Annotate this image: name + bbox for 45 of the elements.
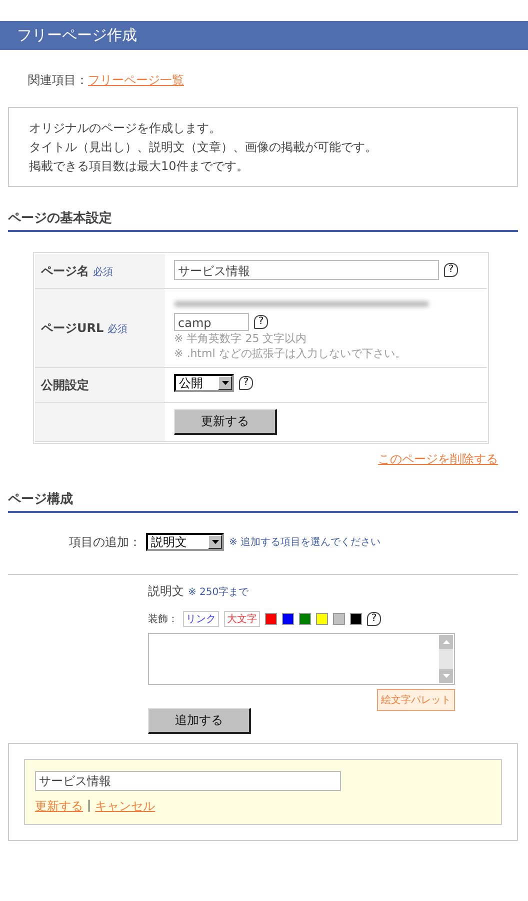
dropdown[interactable]: 公開 <box>174 374 234 392</box>
color-swatch[interactable] <box>350 613 362 625</box>
help-icon[interactable]: ? <box>239 376 253 390</box>
hint-text: ※ .html などの拡張子は入力しないで下さい。 <box>174 346 407 361</box>
add-button[interactable]: 追加する <box>148 708 251 734</box>
caret-down-icon <box>212 540 218 544</box>
related-label: 関連項目： <box>28 72 88 88</box>
help-icon[interactable]: ? <box>367 612 381 626</box>
update-button[interactable]: 更新する <box>174 409 277 435</box>
dropdown[interactable]: 説明文 <box>146 533 224 551</box>
color-swatch[interactable] <box>299 613 311 625</box>
hint-text: ※ 半角英数字 25 文字以内 <box>174 331 308 346</box>
help-icon[interactable]: ? <box>444 263 458 277</box>
large-text-button[interactable]: 大文字 <box>224 611 260 627</box>
field-label: 説明文 <box>148 583 184 600</box>
caret-down-icon[interactable] <box>442 674 450 678</box>
caret-down-icon <box>222 381 228 385</box>
page-title: フリーページ作成 <box>0 21 528 50</box>
required-mark: 必須 <box>93 266 113 278</box>
info-text: 掲載できる項目数は最大10件までです。 <box>29 158 250 175</box>
link-button[interactable]: リンク <box>183 611 219 627</box>
caret-up-icon[interactable] <box>442 640 450 644</box>
field-label: ページ名 <box>41 262 89 280</box>
color-swatch[interactable] <box>333 613 345 625</box>
input-field[interactable]: サービス情報 <box>35 771 341 791</box>
section-heading: ページ構成 <box>8 490 518 513</box>
field-label: ページURL <box>41 320 104 336</box>
field-label: 公開設定 <box>41 376 89 394</box>
required-mark: 必須 <box>108 322 128 336</box>
hint-text: ※ 追加する項目を選んでください <box>229 536 381 549</box>
text-area[interactable] <box>148 633 455 685</box>
color-swatch[interactable] <box>316 613 328 625</box>
scrollbar[interactable] <box>439 635 453 683</box>
separator: | <box>87 798 92 814</box>
decoration-label: 装飾： <box>148 612 178 626</box>
section-heading: ページの基本設定 <box>8 209 518 232</box>
color-swatch[interactable] <box>265 613 277 625</box>
input-field[interactable]: camp <box>174 313 249 331</box>
add-label: 項目の追加： <box>69 534 141 550</box>
help-icon[interactable]: ? <box>254 315 268 329</box>
input-field[interactable]: サービス情報 <box>174 260 439 280</box>
hint-text: ※ 250字まで <box>188 586 249 599</box>
info-text: オリジナルのページを作成します。 <box>29 120 222 137</box>
color-swatch[interactable] <box>282 613 294 625</box>
info-text: タイトル（見出し）、説明文（文章）、画像の掲載が可能です。 <box>29 139 378 156</box>
